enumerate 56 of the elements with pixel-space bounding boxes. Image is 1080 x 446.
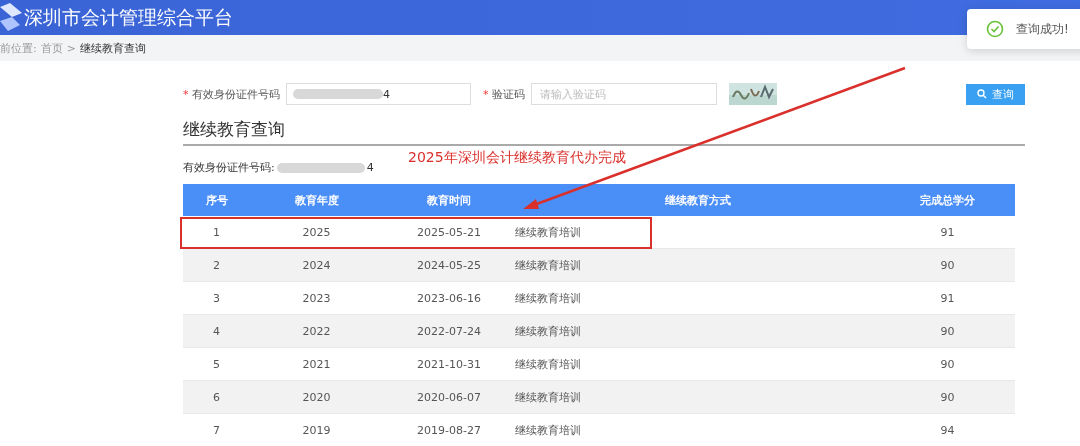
table-cell-text: 2021-10-31 [416, 357, 482, 371]
table-cell-text: 94 [939, 423, 956, 437]
table-cell-text: 2022 [301, 324, 332, 338]
table-cell-text: 3 [212, 291, 221, 305]
table-cell-text: 4 [212, 324, 221, 338]
annotation-text: 2025年深圳会计继续教育代办完成 [408, 149, 626, 167]
column-header: 教育时间 [426, 192, 472, 208]
breadcrumb-link[interactable]: 首页 [40, 40, 63, 56]
id-number-field[interactable]: 4 [286, 83, 471, 105]
column-header: 教育年度 [293, 192, 340, 208]
breadcrumb-label: 前位置: [0, 40, 37, 56]
id-number-value: 4 [366, 161, 374, 174]
table-cell-text: 2021 [301, 357, 332, 371]
field-label: * 有效身份证件号码 [183, 86, 280, 102]
id-number-label: 有效身份证件号码: [183, 160, 275, 175]
table-cell-text: 7 [212, 423, 221, 437]
table-cell-text: 2024 [301, 258, 332, 272]
table-cell-text: 2024-05-25 [416, 258, 482, 272]
column-header: 完成总学分 [919, 192, 976, 208]
table-cell-text: 90 [939, 258, 956, 272]
table-cell-text: 2020-06-07 [416, 390, 482, 404]
table-cell-text: 继续教育培训 [515, 356, 582, 372]
table-cell-text: 2 [212, 258, 221, 272]
table-cell-text: 2019-08-27 [416, 423, 482, 437]
table-cell-text: 继续教育培训 [515, 389, 582, 405]
table-cell-text: 2023 [301, 291, 332, 305]
logo-icon [0, 2, 22, 33]
table-cell-text: 继续教育培训 [515, 422, 582, 438]
table-cell-text: 91 [939, 291, 956, 305]
table-cell-text: 继续教育培训 [515, 224, 582, 240]
table-cell-text: 5 [212, 357, 221, 371]
table-cell-text: 2025-05-21 [416, 225, 482, 239]
table-cell-text: 2022-07-24 [416, 324, 482, 338]
check-circle-icon [986, 20, 1004, 38]
table-cell-text: 90 [939, 390, 956, 404]
table-cell-text: 1 [212, 225, 221, 239]
table-cell-text: 继续教育培训 [515, 257, 582, 273]
table-cell-text: 90 [939, 357, 956, 371]
breadcrumb-separator: > [66, 41, 76, 55]
column-header: 序号 [204, 192, 229, 208]
table-cell-text: 2020 [301, 390, 332, 404]
section-title: 继续教育查询 [183, 118, 1025, 146]
table-cell-text: 继续教育培训 [515, 290, 582, 306]
table-cell-text: 2025 [301, 225, 332, 239]
platform-title: 深圳市会计管理综合平台 [24, 4, 233, 30]
column-header: 继续教育方式 [663, 192, 732, 208]
table-cell-text: 2023-06-16 [416, 291, 482, 305]
field-label: * 验证码 [483, 86, 525, 102]
table-cell-text: 继续教育培训 [515, 323, 582, 339]
toast-message: 查询成功! [1016, 20, 1069, 38]
search-button[interactable]: 查询 [966, 83, 1025, 105]
table-cell-text: 2019 [301, 423, 332, 437]
table-cell-text: 90 [939, 324, 956, 338]
table-cell-text: 6 [212, 390, 221, 404]
table-cell-text: 91 [939, 225, 956, 239]
search-icon [977, 89, 987, 99]
